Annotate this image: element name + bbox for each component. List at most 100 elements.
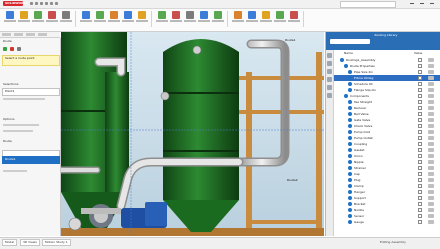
- tab-model[interactable]: Model: [2, 239, 18, 246]
- row-value-badge: [428, 112, 434, 116]
- pm-selected-item[interactable]: Route1: [2, 156, 60, 164]
- row-checkbox[interactable]: [418, 190, 422, 194]
- pattern-button[interactable]: [136, 11, 148, 24]
- custom-properties-icon[interactable]: [327, 93, 332, 98]
- row-checkbox[interactable]: [418, 112, 422, 116]
- row-checkbox[interactable]: [418, 76, 422, 80]
- open-button[interactable]: [4, 11, 16, 24]
- select-button[interactable]: [60, 11, 72, 24]
- maximize-button[interactable]: [418, 1, 426, 6]
- task-pane-tab-strip: [326, 50, 334, 236]
- row-checkbox[interactable]: [418, 88, 422, 92]
- component-icon: [344, 94, 348, 98]
- exploded-view-button[interactable]: [246, 11, 258, 24]
- row-checkbox[interactable]: [418, 178, 422, 182]
- assembly-features-button[interactable]: [198, 11, 210, 24]
- app-logo[interactable]: SOLIDWORKS: [3, 1, 28, 6]
- smart-fastener-button[interactable]: [156, 11, 168, 24]
- row-checkbox[interactable]: [418, 100, 422, 104]
- library-row[interactable]: Gauge: [334, 219, 440, 225]
- row-checkbox[interactable]: [418, 124, 422, 128]
- appearances-icon[interactable]: [327, 85, 332, 90]
- mate-button[interactable]: [122, 11, 134, 24]
- reference-geometry-icon: [214, 11, 222, 19]
- row-checkbox[interactable]: [418, 220, 422, 224]
- undo-button[interactable]: [46, 11, 58, 24]
- save-icon: [20, 11, 28, 19]
- bom-button[interactable]: [232, 11, 244, 24]
- row-checkbox[interactable]: [418, 130, 422, 134]
- component-icon: [340, 58, 344, 62]
- tab-assembly[interactable]: [2, 33, 11, 36]
- file-explorer-icon[interactable]: [327, 69, 332, 74]
- show-hidden-button[interactable]: [184, 11, 196, 24]
- row-value-badge: [428, 184, 434, 188]
- rebuild-button[interactable]: [80, 11, 92, 24]
- ribbon-divider: [75, 11, 76, 27]
- library-tree: Routing1_Assembly Route Properties Pipe Si…: [334, 57, 440, 235]
- search-input[interactable]: [340, 1, 396, 8]
- row-checkbox[interactable]: [418, 94, 422, 98]
- tab-evaluate[interactable]: [38, 33, 47, 36]
- print-icon[interactable]: [45, 2, 48, 5]
- close-button[interactable]: [428, 1, 436, 6]
- row-checkbox[interactable]: [418, 106, 422, 110]
- pm-section-route[interactable]: Route: [3, 140, 43, 143]
- route-annotation-1[interactable]: Route1: [285, 38, 296, 42]
- row-checkbox[interactable]: [418, 136, 422, 140]
- component-icon: [348, 88, 352, 92]
- row-checkbox[interactable]: [418, 196, 422, 200]
- select-icon: [62, 11, 70, 19]
- tab-layout[interactable]: [14, 33, 23, 36]
- row-checkbox[interactable]: [418, 154, 422, 158]
- design-library-icon[interactable]: [327, 61, 332, 66]
- row-checkbox[interactable]: [418, 184, 422, 188]
- row-value-badge: [428, 124, 434, 128]
- row-checkbox[interactable]: [418, 202, 422, 206]
- new-icon[interactable]: [30, 2, 33, 5]
- row-checkbox[interactable]: [418, 208, 422, 212]
- pm-section-selections[interactable]: Selections: [3, 83, 43, 86]
- pm-section-options[interactable]: Options: [3, 118, 43, 121]
- tab-3d-views[interactable]: 3D Views: [20, 239, 40, 246]
- ok-icon[interactable]: [3, 47, 7, 51]
- open-icon[interactable]: [35, 2, 38, 5]
- auto-route-button[interactable]: [288, 11, 300, 24]
- row-checkbox[interactable]: [418, 160, 422, 164]
- route-properties-button[interactable]: [274, 11, 286, 24]
- print-button[interactable]: [32, 11, 44, 24]
- library-search-input[interactable]: [330, 39, 370, 44]
- graphics-area[interactable]: Route1 Route2: [61, 32, 324, 236]
- row-checkbox[interactable]: [418, 58, 422, 62]
- row-checkbox[interactable]: [418, 214, 422, 218]
- rebuild-icon[interactable]: [55, 2, 58, 5]
- insert-component-button[interactable]: [108, 11, 120, 24]
- row-value-badge: [428, 154, 434, 158]
- options-button[interactable]: [94, 11, 106, 24]
- row-checkbox[interactable]: [418, 118, 422, 122]
- pm-option-line: [3, 130, 33, 132]
- row-checkbox[interactable]: [418, 70, 422, 74]
- save-icon[interactable]: [40, 2, 43, 5]
- row-checkbox[interactable]: [418, 82, 422, 86]
- move-component-button[interactable]: [170, 11, 182, 24]
- save-button[interactable]: [18, 11, 30, 24]
- instant3d-button[interactable]: [260, 11, 272, 24]
- ribbon-button-label: [246, 20, 258, 22]
- row-checkbox[interactable]: [418, 166, 422, 170]
- minimize-button[interactable]: [408, 1, 416, 6]
- row-checkbox[interactable]: [418, 64, 422, 68]
- route-annotation-2[interactable]: Route2: [287, 178, 298, 182]
- cancel-icon[interactable]: [10, 47, 14, 51]
- tab-sketch[interactable]: [26, 33, 35, 36]
- tab-motion-study[interactable]: Motion Study 1: [42, 239, 71, 246]
- row-checkbox[interactable]: [418, 172, 422, 176]
- pushpin-icon[interactable]: [17, 47, 21, 51]
- resources-icon[interactable]: [327, 53, 332, 58]
- row-checkbox[interactable]: [418, 148, 422, 152]
- row-checkbox[interactable]: [418, 142, 422, 146]
- view-palette-icon[interactable]: [327, 77, 332, 82]
- undo-icon[interactable]: [50, 2, 53, 5]
- reference-geometry-button[interactable]: [212, 11, 224, 24]
- pm-selection-field[interactable]: Point1: [2, 88, 60, 96]
